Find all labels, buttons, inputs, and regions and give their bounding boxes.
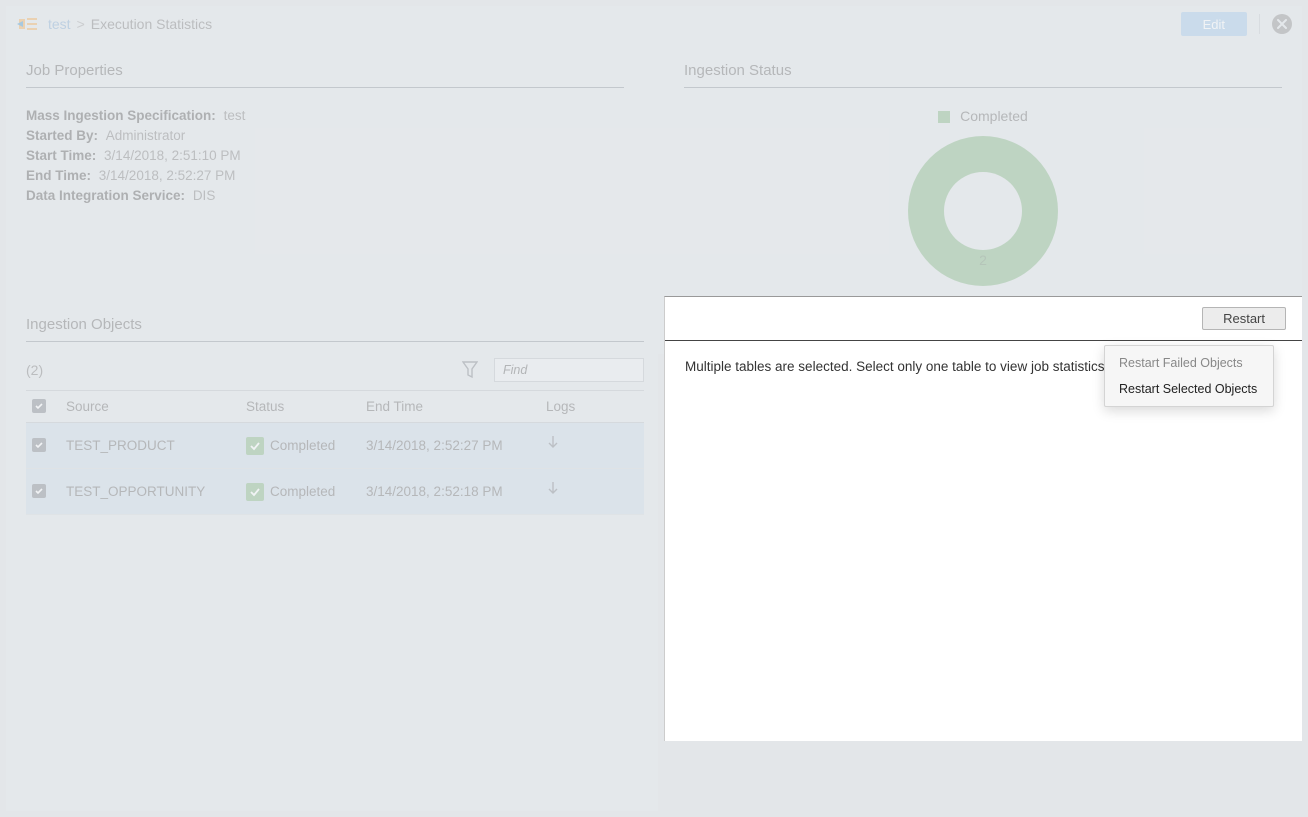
ingestion-objects-panel: Ingestion Objects (2) [6,296,664,741]
page: test > Execution Statistics Edit Job Pro… [6,6,1302,811]
prop-endtime-value: 3/14/2018, 2:52:27 PM [99,168,236,183]
filter-icon[interactable] [460,359,480,381]
check-icon [246,437,264,455]
col-status: Status [240,391,360,423]
table-row[interactable]: TEST_PRODUCT Completed 3/14/2018, 2:52:2… [26,423,644,469]
close-button[interactable] [1272,14,1292,34]
prop-starttime-label: Start Time: [26,148,96,163]
cell-source: TEST_OPPORTUNITY [60,469,240,515]
restart-button[interactable]: Restart [1202,307,1286,330]
close-icon [1277,19,1287,29]
filter-row: (2) [26,358,644,382]
prop-spec-label: Mass Ingestion Specification: [26,108,216,123]
breadcrumb-separator: > [77,16,85,32]
status-text: Completed [270,438,335,453]
restart-dropdown: Restart Failed Objects Restart Selected … [1104,345,1274,407]
multi-select-message: Multiple tables are selected. Select onl… [685,359,1108,374]
cell-endtime: 3/14/2018, 2:52:18 PM [360,469,540,515]
prop-endtime-label: End Time: [26,168,91,183]
bottom-area: Ingestion Objects (2) [6,296,1302,741]
top-panels: Job Properties Mass Ingestion Specificat… [6,42,1302,296]
details-header: Restart [665,297,1302,341]
prop-starttime: Start Time: 3/14/2018, 2:51:10 PM [26,148,624,163]
donut-value: 2 [979,252,987,268]
prop-spec-value: test [224,108,246,123]
status-text: Completed [270,484,335,499]
prop-starttime-value: 3/14/2018, 2:51:10 PM [104,148,241,163]
restart-failed-option[interactable]: Restart Failed Objects [1105,350,1273,376]
ingestion-objects-title: Ingestion Objects [26,316,644,342]
status-chip: Completed [246,483,335,501]
find-input[interactable] [494,358,644,382]
download-log-icon[interactable] [546,438,560,455]
prop-dis-label: Data Integration Service: [26,188,185,203]
col-source: Source [60,391,240,423]
breadcrumb-bar: test > Execution Statistics Edit [6,6,1302,42]
prop-endtime: End Time: 3/14/2018, 2:52:27 PM [26,168,624,183]
header-divider [1259,14,1260,34]
prop-spec: Mass Ingestion Specification: test [26,108,624,123]
row-checkbox[interactable] [32,438,46,452]
cell-endtime: 3/14/2018, 2:52:27 PM [360,423,540,469]
status-legend: Completed [684,108,1282,124]
table-row[interactable]: TEST_OPPORTUNITY Completed 3/14/2018, 2:… [26,469,644,515]
spec-icon [16,14,40,34]
prop-startedby-label: Started By: [26,128,98,143]
ingestion-status-panel: Ingestion Status Completed 2 [684,62,1282,286]
row-checkbox[interactable] [32,484,46,498]
legend-label-completed: Completed [960,108,1028,124]
edit-button[interactable]: Edit [1181,12,1247,36]
breadcrumb-current: Execution Statistics [91,16,212,32]
prop-startedby-value: Administrator [106,128,186,143]
prop-dis-value: DIS [193,188,216,203]
objects-table: Source Status End Time Logs TEST_PRODUCT… [26,390,644,515]
status-chip: Completed [246,437,335,455]
details-panel: Restart Multiple tables are selected. Se… [664,296,1302,741]
check-icon [246,483,264,501]
status-donut-chart: 2 [908,136,1058,286]
object-count: (2) [26,362,43,378]
details-body: Multiple tables are selected. Select onl… [665,341,1302,392]
cell-source: TEST_PRODUCT [60,423,240,469]
select-all-checkbox[interactable] [32,399,46,413]
job-properties-panel: Job Properties Mass Ingestion Specificat… [26,62,624,286]
download-log-icon[interactable] [546,484,560,501]
prop-dis: Data Integration Service: DIS [26,188,624,203]
ingestion-status-title: Ingestion Status [684,62,1282,88]
col-logs: Logs [540,391,644,423]
restart-selected-option[interactable]: Restart Selected Objects [1105,376,1273,402]
breadcrumb-link[interactable]: test [48,16,71,32]
job-properties-title: Job Properties [26,62,624,88]
legend-swatch-completed [938,111,950,123]
prop-startedby: Started By: Administrator [26,128,624,143]
col-endtime: End Time [360,391,540,423]
